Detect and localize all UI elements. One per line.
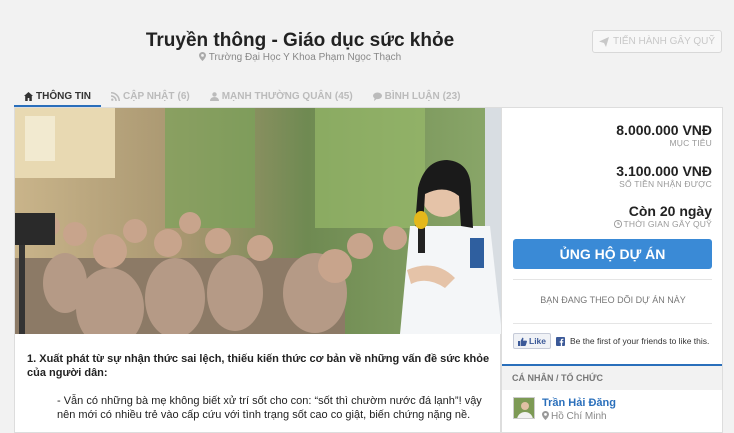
tab-comments-label: BÌNH LUẬN <box>384 90 440 102</box>
description-paragraph: - Vẫn có những bà mẹ không biết xử trí s… <box>57 395 482 421</box>
goal-label: MỤC TIÊU <box>669 138 712 148</box>
sidebar-divider <box>513 279 712 280</box>
tab-donors-label: MẠNH THƯỜNG QUÂN <box>221 90 332 102</box>
following-status[interactable]: BẠN ĐANG THEO DÕI DỰ ÁN NÀY <box>502 295 724 305</box>
raised-value: 3.100.000 VNĐ <box>616 163 712 179</box>
launch-fundraising-label: TIẾN HÀNH GÂY QUỸ <box>612 36 716 47</box>
organizer-name-link[interactable]: Trần Hải Đăng <box>542 397 616 409</box>
organizer-location-text: Hồ Chí Minh <box>551 411 607 422</box>
page-title: Truyền thông - Giáo dục sức khỏe <box>145 30 455 51</box>
facebook-like-button[interactable]: Like <box>513 333 552 349</box>
tab-updates-count: (6) <box>177 90 190 102</box>
time-stat: Còn 20 ngày THỜI GIAN GÂY QUỸ <box>613 203 712 229</box>
tab-updates[interactable]: CẬP NHẬT (6) <box>101 84 200 108</box>
facebook-icon <box>556 336 566 346</box>
support-project-button[interactable]: ỦNG HỘ DỰ ÁN <box>513 239 712 269</box>
school-name: Trường Đại Học Y Khoa Phạm Ngọc Thạch <box>208 52 402 63</box>
tab-bar: THÔNG TIN CẬP NHẬT (6) MẠNH THƯỜNG QUÂN … <box>14 84 470 108</box>
time-label-row: THỜI GIAN GÂY QUỸ <box>613 219 712 229</box>
goal-value: 8.000.000 VNĐ <box>616 122 712 138</box>
rss-icon <box>111 91 120 101</box>
page-subtitle: Trường Đại Học Y Khoa Phạm Ngọc Thạch <box>0 52 600 63</box>
home-icon <box>24 91 33 101</box>
tab-info[interactable]: THÔNG TIN <box>14 84 101 108</box>
raised-label: SỐ TIỀN NHẬN ĐƯỢC <box>619 179 712 189</box>
raised-stat: 3.100.000 VNĐ SỐ TIỀN NHẬN ĐƯỢC <box>616 163 712 189</box>
paper-plane-icon <box>598 36 609 47</box>
tab-donors-count: (45) <box>334 90 353 102</box>
facebook-like-widget: Like Be the first of your friends to lik… <box>513 333 709 349</box>
project-description: 1. Xuất phát từ sự nhận thức sai lệch, t… <box>27 352 497 422</box>
launch-fundraising-button[interactable]: TIẾN HÀNH GÂY QUỸ <box>592 30 722 53</box>
map-pin-icon <box>542 411 549 420</box>
tab-donors[interactable]: MẠNH THƯỜNG QUÂN (45) <box>200 84 363 108</box>
tab-comments[interactable]: BÌNH LUẬN (23) <box>363 84 471 108</box>
clock-icon <box>613 219 622 229</box>
time-value: Còn 20 ngày <box>628 203 712 219</box>
facebook-like-label: Like <box>529 336 547 346</box>
project-photo <box>15 108 502 334</box>
user-icon <box>209 91 219 101</box>
avatar[interactable] <box>513 397 535 419</box>
organizer-card: Trần Hải Đăng Hồ Chí Minh <box>513 397 616 422</box>
organizer-section-header: CÁ NHÂN / TỔ CHỨC <box>502 364 722 390</box>
description-heading: 1. Xuất phát từ sự nhận thức sai lệch, t… <box>27 353 490 379</box>
goal-stat: 8.000.000 VNĐ MỤC TIÊU <box>616 122 712 148</box>
facebook-like-text: Be the first of your friends to like thi… <box>570 336 710 346</box>
project-main-panel: 1. Xuất phát từ sự nhận thức sai lệch, t… <box>14 108 502 433</box>
tab-updates-label: CẬP NHẬT <box>123 90 175 102</box>
time-label: THỜI GIAN GÂY QUỸ <box>623 219 712 229</box>
map-pin-icon <box>198 52 206 61</box>
thumbs-up-icon <box>518 337 527 346</box>
tab-info-label: THÔNG TIN <box>36 90 91 102</box>
tab-comments-count: (23) <box>442 90 461 102</box>
organizer-location: Hồ Chí Minh <box>542 411 616 422</box>
funding-sidebar: 8.000.000 VNĐ MỤC TIÊU 3.100.000 VNĐ SỐ … <box>501 108 723 433</box>
comment-icon <box>372 92 382 101</box>
sidebar-divider <box>513 323 712 324</box>
